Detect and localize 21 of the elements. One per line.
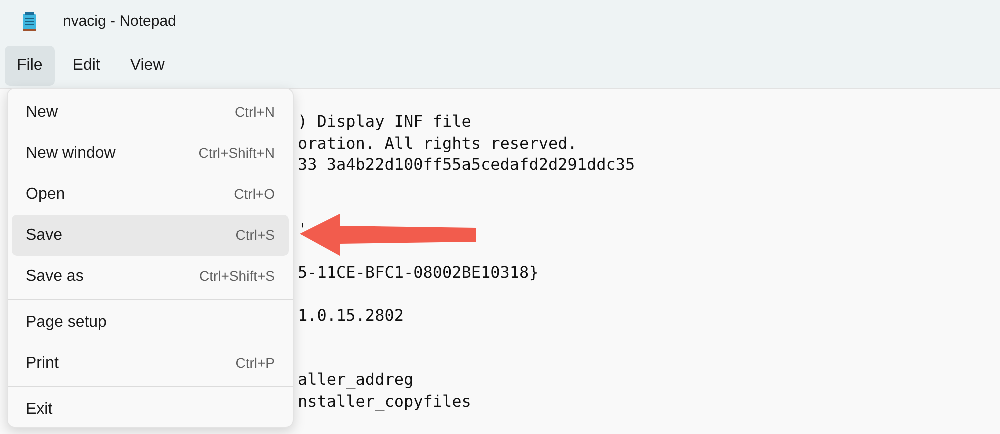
menu-item[interactable]: New Ctrl+N [12, 92, 289, 133]
text-line: 33 3a4b22d100ff55a5cedafd2d291ddc35 [298, 154, 636, 176]
text-line: ) Display INF file [298, 111, 472, 132]
menu-item[interactable]: Exit [12, 389, 289, 430]
text-line: aller_addreg [298, 369, 414, 390]
text-line: nstaller_copyfiles [298, 390, 472, 412]
text-line: oration. All rights reserved. [298, 132, 578, 154]
text-line: 5-11CE-BFC1-08002BE10318} [298, 262, 539, 283]
text-line: ' [298, 218, 308, 240]
notepad-icon [22, 12, 37, 32]
window-title: nvacig - Notepad [63, 12, 176, 32]
menu-bar-item[interactable]: View [118, 46, 177, 86]
menu-bar-item[interactable]: Edit [60, 46, 112, 86]
menu-item[interactable]: New window Ctrl+Shift+N [12, 133, 289, 174]
menu-item[interactable]: Save as Ctrl+Shift+S [12, 256, 289, 297]
menu-item[interactable]: Print Ctrl+P [12, 343, 289, 384]
text-line: 1.0.15.2802 [298, 304, 404, 326]
menu-item[interactable]: Save Ctrl+S [12, 215, 289, 256]
menu-bar-item[interactable]: File [5, 46, 55, 86]
menu-item[interactable]: Open Ctrl+O [12, 174, 289, 215]
menu-item[interactable]: Page setup [12, 302, 289, 343]
